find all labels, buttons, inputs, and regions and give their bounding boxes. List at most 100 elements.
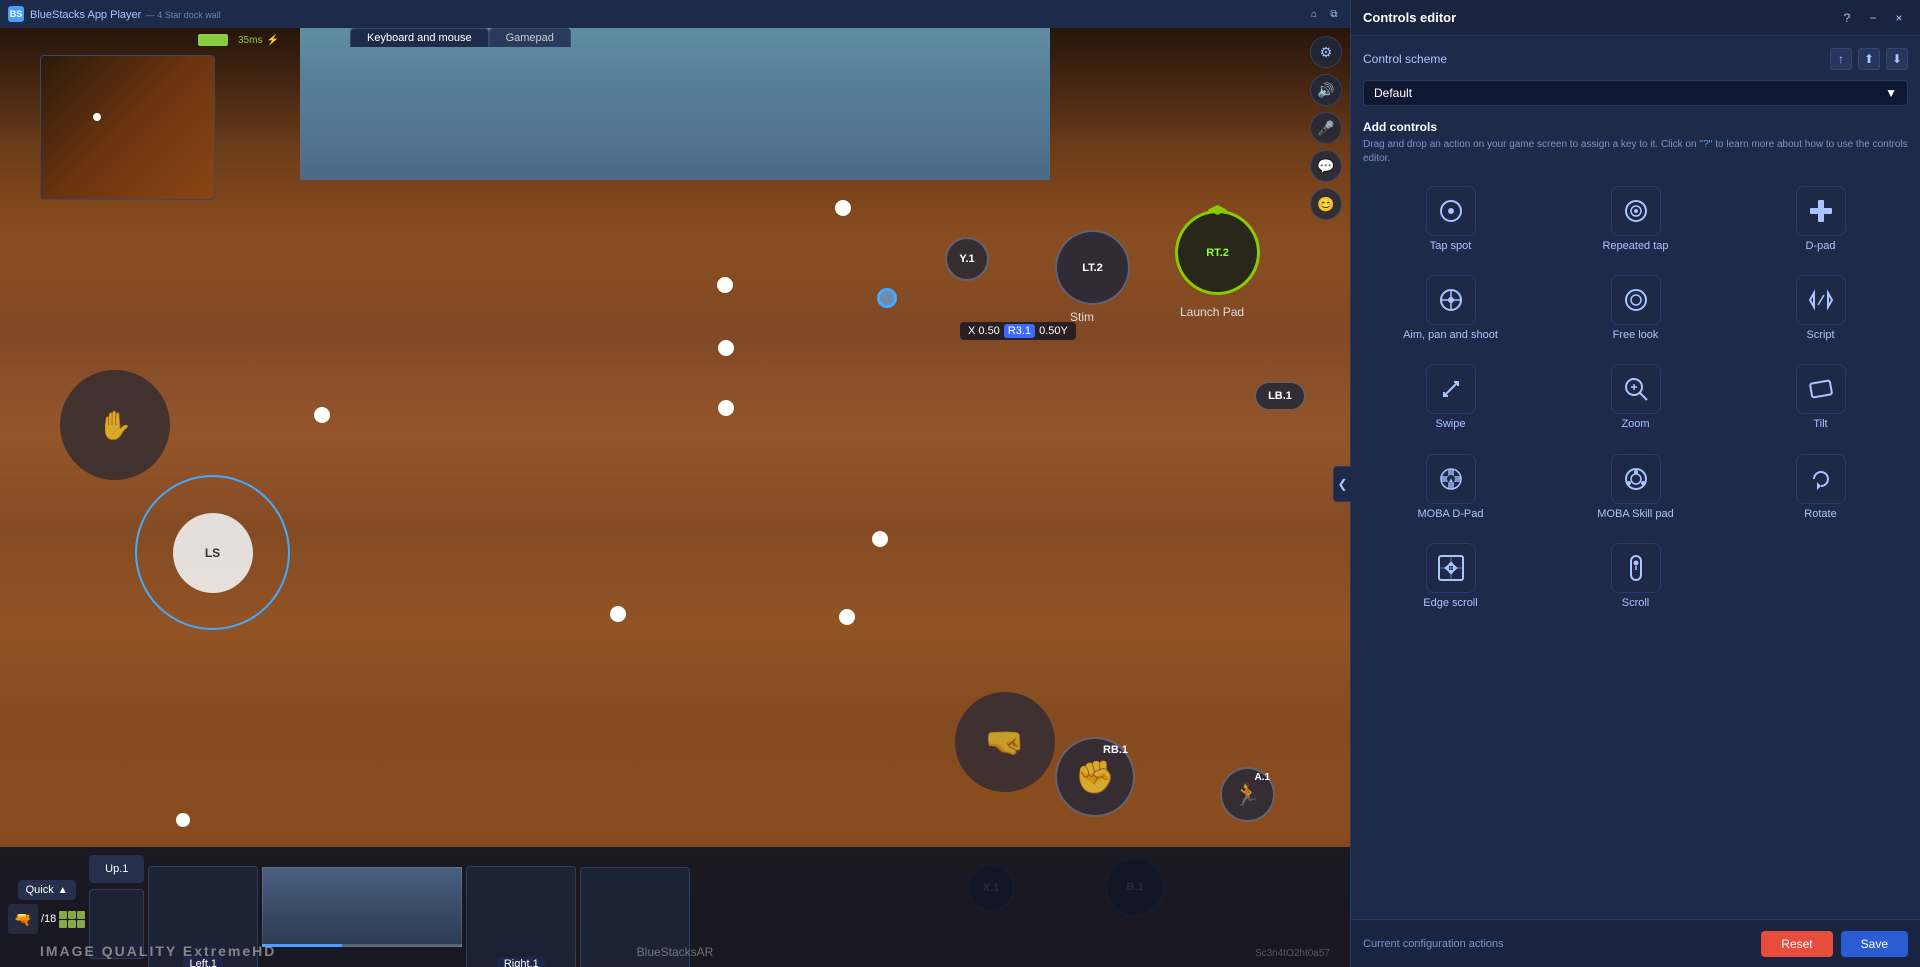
aim-pan-shoot-icon [1426,275,1476,325]
hud-icons: ⚙ 🔊 🎤 💬 😊 [1302,28,1350,228]
bottom-slot-right[interactable]: Right.1 [466,866,576,967]
rb1-label: RB.1 [1103,744,1128,756]
swipe-label: Swipe [1436,418,1466,431]
control-zoom[interactable]: Zoom [1548,358,1723,437]
ammo-icon: 🔫 [8,904,38,934]
control-moba-skill-pad[interactable]: MOBA Skill pad [1548,448,1723,527]
panel-footer: Current configuration actions Reset Save [1351,919,1920,967]
hash-label: Sc3n4tO2ht0a57 [1255,948,1330,959]
quick-button[interactable]: Quick ▲ [18,880,76,900]
reset-button[interactable]: Reset [1761,931,1832,957]
scheme-upload-btn[interactable]: ⬆ [1858,48,1880,70]
lt2-button[interactable]: LT.2 [1055,230,1130,305]
repeated-tap-icon [1611,186,1661,236]
control-dot-8 [610,606,626,622]
launchpad-label: Launch Pad [1180,305,1244,319]
lb1-button[interactable]: LB.1 [1255,382,1305,410]
control-aim-pan-shoot[interactable]: Aim, pan and shoot [1363,269,1538,348]
up1-button[interactable]: Up.1 [89,855,144,883]
tilt-label: Tilt [1813,418,1827,431]
script-label: Script [1806,329,1834,342]
volume-icon[interactable]: 🔊 [1310,74,1342,106]
scroll-label: Scroll [1622,597,1650,610]
rb1-icon: ✊ [1075,758,1115,796]
aim-control-dot[interactable] [877,288,897,308]
control-tap-spot[interactable]: Tap spot [1363,180,1538,259]
control-edge-scroll[interactable]: Edge scroll [1363,537,1538,616]
fps-icon: ⚡ [266,35,278,46]
close-panel-icon[interactable]: × [1890,9,1908,27]
rb1-button[interactable]: ✊ RB.1 [1055,737,1135,817]
joystick-label: LS [205,546,220,560]
bluestacks-ar-label: BlueStacksAR [637,945,714,959]
control-scheme-label: Control scheme [1363,52,1447,66]
moba-d-pad-icon: ▲ [1426,454,1476,504]
panel-body: Control scheme ↑ ⬆ ⬇ Default ▼ Add contr… [1351,36,1920,919]
mini-map-dot-1 [93,113,101,121]
top-hud: 35ms ⚡ [0,28,1350,52]
control-swipe[interactable]: Swipe [1363,358,1538,437]
add-controls-title: Add controls [1363,120,1908,134]
control-tilt[interactable]: Tilt [1733,358,1908,437]
control-dot-3 [717,277,733,293]
ammo-grid [59,911,85,928]
control-moba-d-pad[interactable]: ▲ MOBA D-Pad [1363,448,1538,527]
scheme-share-btn[interactable]: ↑ [1830,48,1852,70]
mini-map [40,55,215,200]
restore-btn[interactable]: ⧉ [1326,6,1342,22]
image-quality-label: IMAGE QUALITY ExtremeHD [40,943,276,959]
mini-map-content [41,56,214,199]
control-d-pad[interactable]: D-pad [1733,180,1908,259]
free-look-label: Free look [1613,329,1659,342]
control-scroll[interactable]: Scroll [1548,537,1723,616]
progress-bg [262,944,462,947]
svg-text:▲: ▲ [1447,477,1454,484]
a1-icon: 🏃 [1234,782,1261,808]
video-thumbnail[interactable] [262,867,462,947]
battery-area: 35ms ⚡ [198,34,279,46]
app-subtitle: — 4 Star dock wall [146,10,221,20]
rt2-label: RT.2 [1206,247,1229,259]
control-repeated-tap[interactable]: Repeated tap [1548,180,1723,259]
aim-pan-shoot-label: Aim, pan and shoot [1403,329,1498,342]
control-dot-4 [314,407,330,423]
moba-skill-pad-icon [1611,454,1661,504]
rotate-label: Rotate [1804,508,1836,521]
game-area: BS BlueStacks App Player — 4 Star dock w… [0,0,1350,967]
control-rotate[interactable]: Rotate [1733,448,1908,527]
tilt-icon [1796,364,1846,414]
grab-icon-large: 🤜 [955,692,1055,792]
collapse-arrow[interactable]: ❮ [1333,466,1351,502]
joystick-inner[interactable]: LS [173,513,253,593]
control-dot-9 [839,609,855,625]
fps-counter: 35ms [238,35,262,46]
rt2-button[interactable]: RT.2 [1175,210,1260,295]
save-button[interactable]: Save [1841,931,1908,957]
chat-icon[interactable]: 💬 [1310,150,1342,182]
a1-button[interactable]: 🏃 A.1 [1220,767,1275,822]
window-controls: ⌂ ⧉ [1306,6,1342,22]
scheme-download-btn[interactable]: ⬇ [1886,48,1908,70]
tabs-bar: Keyboard and mouse Gamepad [350,28,571,47]
left-control-button[interactable]: ✋ [60,370,170,480]
minimize-panel-icon[interactable]: − [1864,9,1882,27]
tab-keyboard-mouse[interactable]: Keyboard and mouse [350,28,489,47]
right1-label: Right.1 [498,957,545,967]
control-free-look[interactable]: Free look [1548,269,1723,348]
emoji-icon[interactable]: 😊 [1310,188,1342,220]
tab-gamepad[interactable]: Gamepad [489,28,571,47]
y1-button[interactable]: Y.1 [945,237,989,281]
small-dot-bottom [176,813,190,827]
moba-skill-pad-label: MOBA Skill pad [1597,508,1673,521]
tap-spot-icon [1426,186,1476,236]
control-script[interactable]: Script [1733,269,1908,348]
swipe-icon [1426,364,1476,414]
help-icon[interactable]: ? [1838,9,1856,27]
edge-scroll-icon [1426,543,1476,593]
home-btn[interactable]: ⌂ [1306,6,1322,22]
coord-r3: R3.1 [1004,324,1035,338]
control-dot-2 [835,200,851,216]
quick-arrow: ▲ [58,885,68,896]
mic-icon[interactable]: 🎤 [1310,112,1342,144]
scheme-select[interactable]: Default ▼ [1363,80,1908,106]
